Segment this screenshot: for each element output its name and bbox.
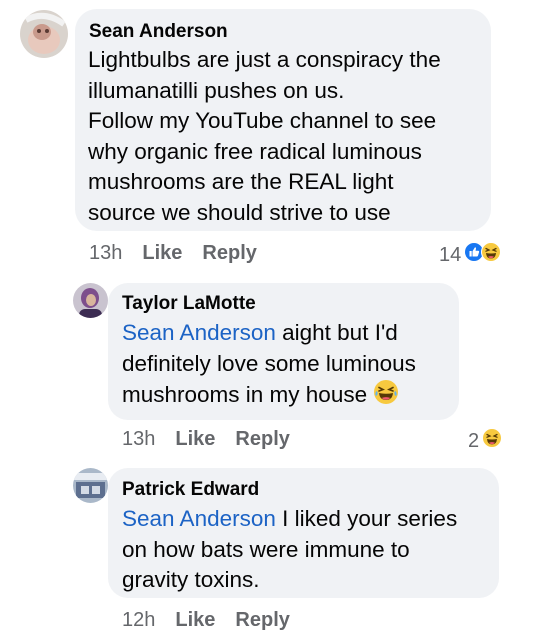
comment-text-line: Sean Anderson aight but I'd <box>122 318 416 349</box>
reaction-summary[interactable]: 14 <box>439 242 502 268</box>
comment-text-fragment: aight but I'd <box>275 320 398 345</box>
haha-icon <box>481 242 502 268</box>
like-button[interactable]: Like <box>175 609 215 632</box>
comment-text-line: Sean Anderson I liked your series <box>122 504 457 535</box>
comment-text-fragment: I liked your series <box>275 506 458 531</box>
haha-icon <box>482 428 503 454</box>
comment-text: Sean Anderson I liked your series on how… <box>122 504 457 596</box>
comment-text-line: definitely love some luminous <box>122 350 416 376</box>
reply-button[interactable]: Reply <box>235 428 289 451</box>
like-button[interactable]: Like <box>142 242 182 265</box>
comment-text: Sean Anderson aight but I'd definitely l… <box>122 318 416 414</box>
comment-text-line: Follow my YouTube channel to see <box>88 108 437 133</box>
comment-author-name[interactable]: Taylor LaMotte <box>122 293 256 315</box>
comment-text-line: mushrooms in my house <box>122 379 416 414</box>
comment-text-line: on how bats were immune to <box>122 536 410 562</box>
reply-button[interactable]: Reply <box>235 609 289 632</box>
reaction-count: 14 <box>439 243 462 266</box>
comment-actions: 12h Like Reply <box>122 609 290 632</box>
comment-timestamp[interactable]: 13h <box>122 428 155 451</box>
reaction-summary[interactable]: 2 <box>468 428 503 454</box>
avatar-taylor-lamotte[interactable] <box>73 283 108 318</box>
comment-text-line: source we should strive to use <box>88 199 391 225</box>
like-button[interactable]: Like <box>175 428 215 451</box>
comment-text-line: illumanatilli pushes on us. <box>88 77 345 103</box>
avatar-patrick-edward[interactable] <box>73 468 108 503</box>
comment-timestamp[interactable]: 12h <box>122 609 155 632</box>
reaction-count: 2 <box>468 429 480 452</box>
comment-text-line: gravity toxins. <box>122 567 260 592</box>
mention-link[interactable]: Sean Anderson <box>122 320 276 345</box>
comment-actions: 13h Like Reply <box>122 428 290 451</box>
comment-author-name[interactable]: Sean Anderson <box>89 21 228 43</box>
comment-text-line: Lightbulbs are just a conspiracy the <box>88 47 441 72</box>
comment-text-line: why organic free radical luminous <box>88 138 422 164</box>
comment-author-name[interactable]: Patrick Edward <box>122 479 259 501</box>
comment-actions: 13h Like Reply <box>89 242 257 265</box>
comment-text-fragment: mushrooms in my house <box>122 382 368 408</box>
avatar-sean-anderson[interactable] <box>20 10 68 58</box>
comment-text: Lightbulbs are just a conspiracy the ill… <box>88 45 441 228</box>
comment-timestamp[interactable]: 13h <box>89 242 122 265</box>
comment-text-line: mushrooms are the REAL light <box>88 169 394 194</box>
mention-link[interactable]: Sean Anderson <box>122 506 276 531</box>
haha-emoji-icon <box>373 379 399 414</box>
reply-button[interactable]: Reply <box>202 242 256 265</box>
